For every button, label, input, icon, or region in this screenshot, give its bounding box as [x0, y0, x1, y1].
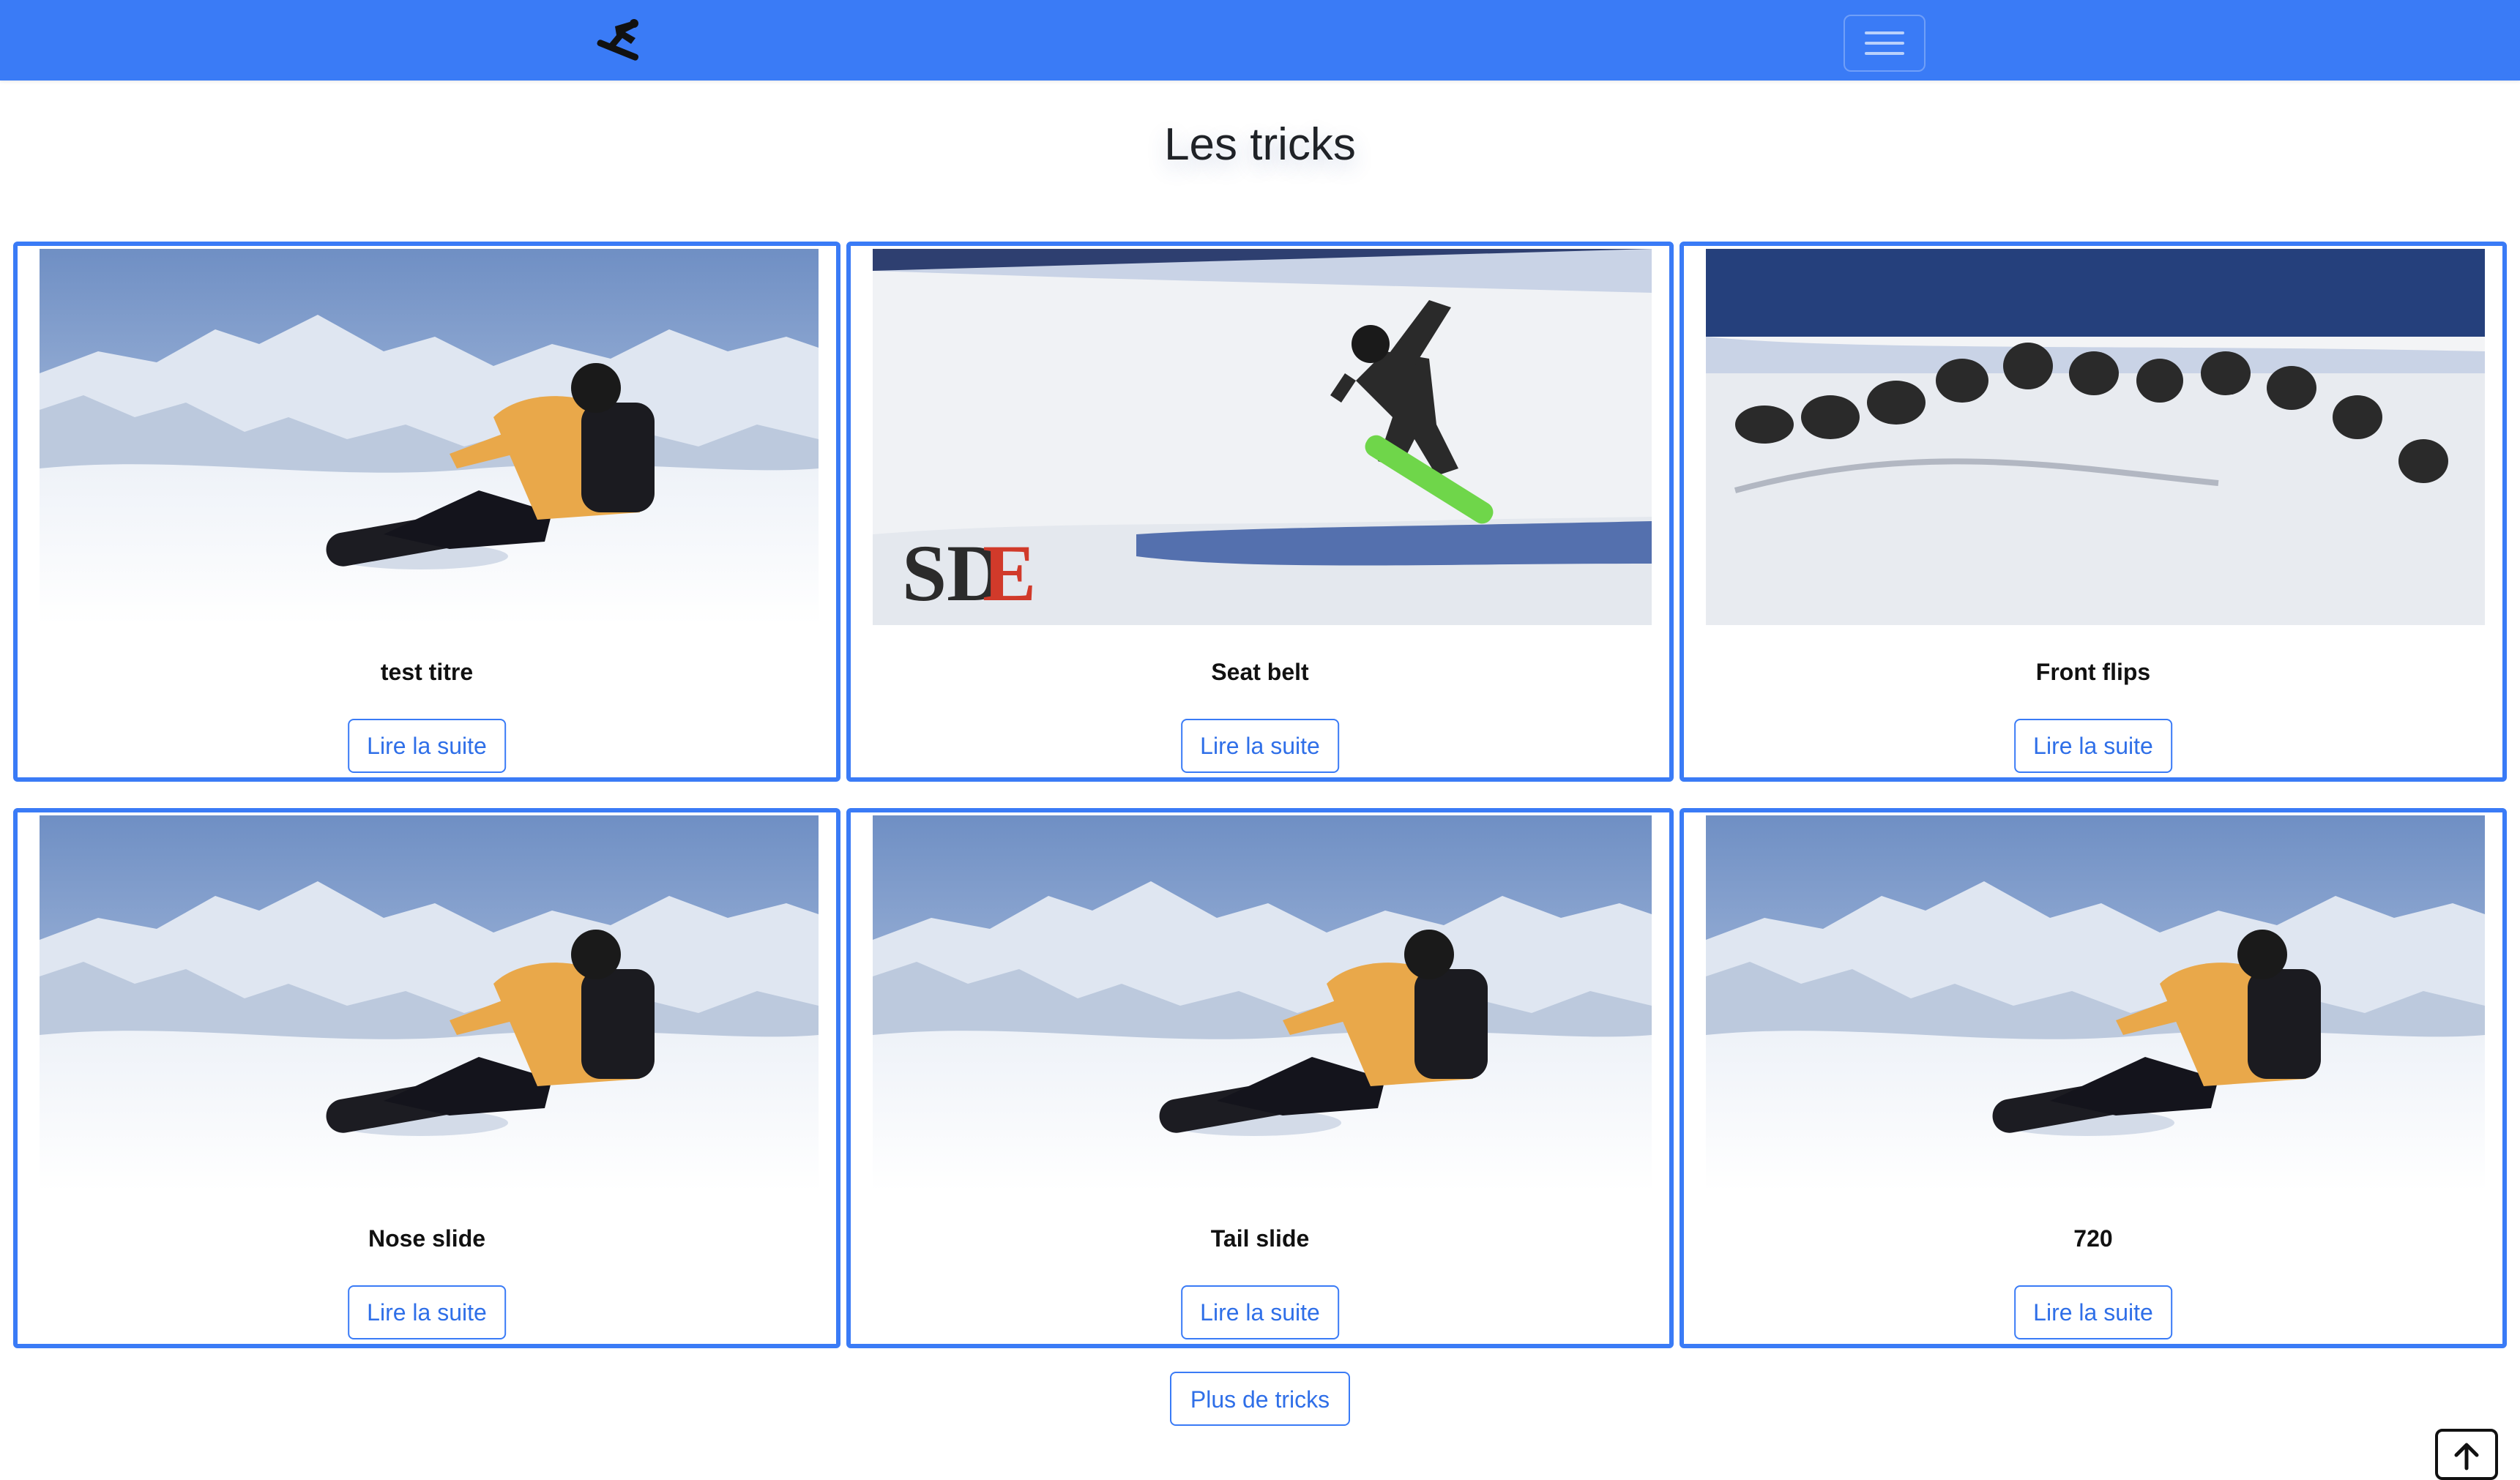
- trick-image: [873, 249, 1652, 625]
- more-tricks-button[interactable]: Plus de tricks: [1170, 1372, 1350, 1426]
- hamburger-menu-icon: [1865, 31, 1904, 34]
- trick-title: Nose slide: [368, 1225, 486, 1252]
- trick-card: Nose slide Lire la suite: [13, 808, 840, 1348]
- navbar: [0, 0, 2520, 81]
- read-more-button[interactable]: Lire la suite: [2014, 719, 2172, 773]
- trick-title: test titre: [380, 659, 474, 685]
- trick-image: [873, 815, 1652, 1192]
- trick-image: [40, 249, 819, 625]
- trick-image: [1706, 249, 2485, 625]
- trick-title: Tail slide: [1210, 1225, 1310, 1252]
- trick-title: 720: [2073, 1225, 2113, 1252]
- trick-title: Seat belt: [1211, 659, 1309, 685]
- trick-card: test titre Lire la suite: [13, 242, 840, 782]
- trick-image: [40, 815, 819, 1192]
- read-more-button[interactable]: Lire la suite: [1181, 719, 1339, 773]
- tricks-grid: test titre Lire la suite Seat belt Lire …: [13, 242, 2507, 1348]
- snowboarder-logo-icon[interactable]: [593, 19, 649, 61]
- read-more-button[interactable]: Lire la suite: [1181, 1285, 1339, 1339]
- trick-card: Tail slide Lire la suite: [846, 808, 1674, 1348]
- hamburger-menu-button[interactable]: [1844, 15, 1926, 72]
- scroll-top-button[interactable]: [2435, 1429, 2498, 1480]
- read-more-button[interactable]: Lire la suite: [348, 1285, 506, 1339]
- read-more-button[interactable]: Lire la suite: [348, 719, 506, 773]
- arrow-up-icon: [2454, 1443, 2479, 1470]
- trick-title: Front flips: [2035, 659, 2151, 685]
- trick-image: [1706, 815, 2485, 1192]
- read-more-button[interactable]: Lire la suite: [2014, 1285, 2172, 1339]
- trick-card: Front flips Lire la suite: [1680, 242, 2507, 782]
- page-title: Les tricks: [1164, 119, 1356, 170]
- trick-card: 720 Lire la suite: [1680, 808, 2507, 1348]
- trick-card: Seat belt Lire la suite: [846, 242, 1674, 782]
